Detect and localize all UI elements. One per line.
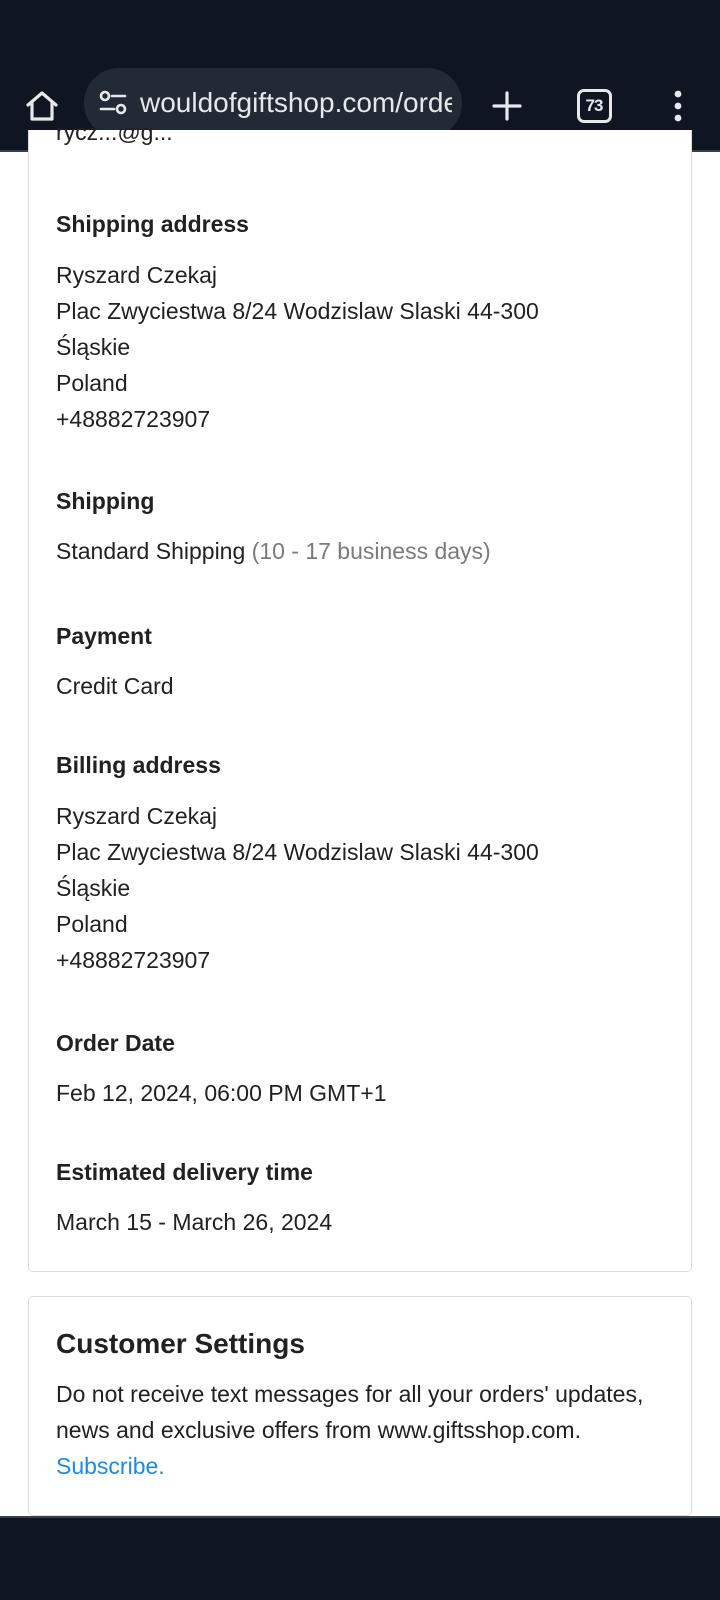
shipping-method-name: Standard Shipping (56, 538, 246, 564)
settings-description: Do not receive text messages for all you… (56, 1381, 644, 1443)
billing-region: Śląskie (56, 875, 131, 901)
system-navigation-bar (0, 1516, 720, 1600)
shipping-phone: +48882723907 (56, 406, 211, 432)
home-icon (26, 91, 58, 121)
billing-street: Plac Zwyciestwa 8/24 Wodzislaw Slaski 44… (56, 839, 539, 865)
delivery-heading: Estimated delivery time (56, 1159, 313, 1185)
tab-count: 73 (576, 89, 612, 123)
shipping-street: Plac Zwyciestwa 8/24 Wodzislaw Slaski 44… (56, 298, 539, 324)
shipping-region: Śląskie (56, 334, 131, 360)
shipping-method: Standard Shipping (10 - 17 business days… (56, 538, 491, 565)
payment-heading: Payment (56, 623, 152, 649)
billing-country: Poland (56, 911, 128, 937)
billing-phone: +48882723907 (56, 947, 211, 973)
partial-email-line: rycz...@g... (56, 128, 173, 145)
customer-settings-title: Customer Settings (56, 1328, 305, 1359)
customer-settings-text: Do not receive text messages for all you… (56, 1376, 656, 1484)
status-bar (0, 0, 720, 62)
url-text[interactable]: wouldofgiftshop.com/order (140, 68, 452, 138)
billing-name: Ryszard Czekaj (56, 803, 218, 829)
shipping-duration: (10 - 17 business days) (251, 538, 491, 564)
order-date-value: Feb 12, 2024, 06:00 PM GMT+1 (56, 1080, 387, 1106)
shipping-country: Poland (56, 370, 128, 396)
delivery-value: March 15 - March 26, 2024 (56, 1209, 333, 1235)
billing-address-heading: Billing address (56, 752, 221, 778)
more-vert-icon (674, 90, 682, 122)
order-date-heading: Order Date (56, 1030, 175, 1056)
site-settings-icon[interactable] (98, 89, 128, 117)
payment-method: Credit Card (56, 673, 174, 699)
plus-icon (492, 91, 522, 121)
shipping-address-heading: Shipping address (56, 211, 249, 237)
subscribe-link[interactable]: Subscribe. (56, 1453, 165, 1479)
shipping-name: Ryszard Czekaj (56, 262, 218, 288)
shipping-heading: Shipping (56, 488, 155, 514)
